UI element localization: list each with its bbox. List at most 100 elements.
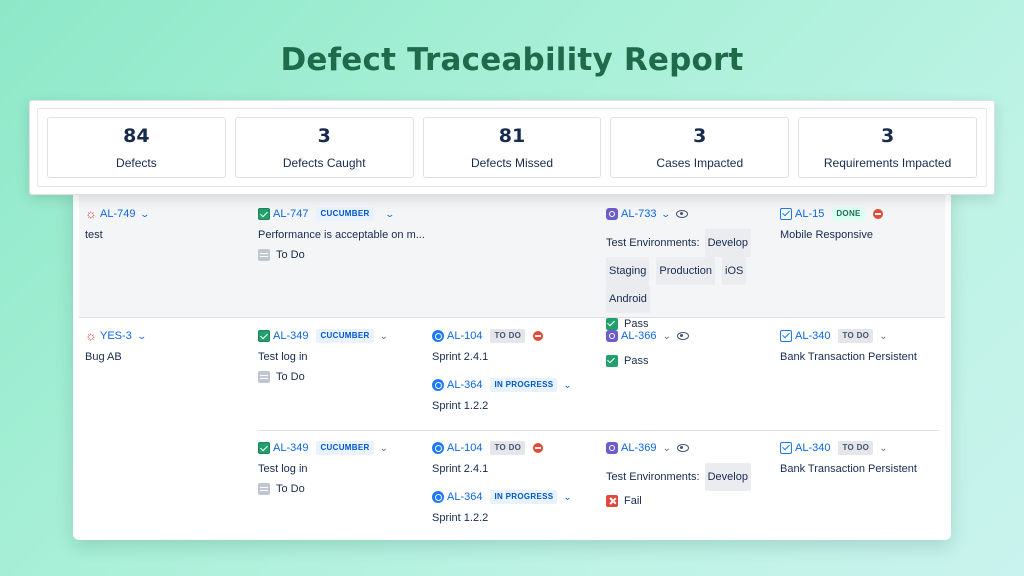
test-case-cell: AL-349 CUCUMBER ⌄ Test log in To Do xyxy=(258,440,388,495)
stat-value: 3 xyxy=(693,125,707,147)
chevron-down-icon[interactable]: ⌄ xyxy=(384,209,395,220)
requirement-summary: Bank Transaction Persistent xyxy=(780,463,917,475)
blocked-icon xyxy=(533,443,544,453)
fail-icon xyxy=(606,495,618,507)
stat-value: 3 xyxy=(317,125,331,147)
test-plan-icon xyxy=(432,330,444,342)
test-plan-key-link[interactable]: AL-104 xyxy=(447,442,482,454)
test-execution-icon xyxy=(606,208,618,220)
stat-label: Cases Impacted xyxy=(656,156,744,170)
requirement-summary: Bank Transaction Persistent xyxy=(780,351,917,363)
test-plan-key-link[interactable]: AL-104 xyxy=(447,330,482,342)
defect-summary: Bug AB xyxy=(85,351,122,363)
environment-tag: Android xyxy=(606,285,650,313)
story-icon xyxy=(780,442,792,454)
stat-value: 3 xyxy=(880,125,895,147)
eye-icon[interactable] xyxy=(676,332,689,340)
test-execution-icon xyxy=(606,442,618,454)
chevron-down-icon[interactable]: ⌄ xyxy=(662,443,670,454)
requirement-cell: AL-15 DONE Mobile Responsive xyxy=(780,206,883,241)
eye-icon[interactable] xyxy=(676,444,689,452)
defect-cell: ☼ AL-749 ⌄ test xyxy=(85,206,151,241)
environment-tag: iOS xyxy=(722,257,747,285)
eye-icon[interactable] xyxy=(676,210,689,218)
chevron-down-icon[interactable]: ⌄ xyxy=(380,443,388,454)
requirement-key-link[interactable]: AL-15 xyxy=(795,208,824,220)
test-case-cell: AL-747 CUCUMBER ⌄ Performance is accepta… xyxy=(258,206,425,261)
test-case-key-link[interactable]: AL-349 xyxy=(273,330,308,342)
execution-key-link[interactable]: AL-733 xyxy=(621,208,656,220)
test-plan-summary: Sprint 2.4.1 xyxy=(432,463,489,475)
cucumber-badge: CUCUMBER xyxy=(316,207,374,221)
defect-key-link[interactable]: AL-749 xyxy=(100,208,135,220)
environment-tag: Production xyxy=(656,257,715,285)
environment-tag: Staging xyxy=(606,257,650,285)
execution-cell: AL-369 ⌄ Test Environments: Develop Fail xyxy=(606,440,755,507)
test-case-status: To Do xyxy=(276,483,305,495)
test-plan-summary: Sprint 1.2.2 xyxy=(432,512,489,524)
status-badge: IN PROGRESS xyxy=(490,490,558,504)
environment-label: Test Environments: xyxy=(606,237,700,249)
chevron-down-icon[interactable]: ⌄ xyxy=(563,380,571,391)
test-plan-icon xyxy=(432,491,444,503)
test-case-key-link[interactable]: AL-349 xyxy=(273,442,308,454)
test-case-summary: Performance is acceptable on m... xyxy=(258,229,425,241)
test-plan-key-link[interactable]: AL-364 xyxy=(447,379,482,391)
test-case-icon xyxy=(258,442,270,454)
status-badge: TO DO xyxy=(838,441,874,455)
chevron-down-icon[interactable]: ⌄ xyxy=(140,209,151,220)
stat-label: Defects Caught xyxy=(282,156,366,170)
chevron-down-icon[interactable]: ⌄ xyxy=(879,331,887,342)
status-badge: TO DO xyxy=(838,329,874,343)
chevron-down-icon[interactable]: ⌄ xyxy=(661,209,672,220)
stat-card-defects-missed[interactable]: 81 Defects Missed xyxy=(422,117,602,178)
stat-value: 81 xyxy=(498,125,526,147)
test-case-summary: Test log in xyxy=(258,351,308,363)
environment-tag: Develop xyxy=(704,463,751,491)
chevron-down-icon[interactable]: ⌄ xyxy=(380,331,388,342)
test-plan-icon xyxy=(432,379,444,391)
chevron-down-icon[interactable]: ⌄ xyxy=(879,443,887,454)
environment-tag: Develop xyxy=(704,229,751,257)
test-plan-summary: Sprint 1.2.2 xyxy=(432,400,489,412)
test-execution-icon xyxy=(606,330,618,342)
test-case-cell: AL-349 CUCUMBER ⌄ Test log in To Do xyxy=(258,328,388,383)
test-plan-summary: Sprint 2.4.1 xyxy=(432,351,489,363)
summary-panel: 84 Defects 3 Defects Caught 81 Defects M… xyxy=(29,100,995,195)
blocked-icon xyxy=(533,331,544,341)
status-badge: DONE xyxy=(832,207,865,221)
defect-key-link[interactable]: YES-3 xyxy=(100,330,132,342)
chevron-down-icon[interactable]: ⌄ xyxy=(136,331,147,342)
stat-card-defects[interactable]: 84 Defects xyxy=(47,117,226,178)
chevron-down-icon[interactable]: ⌄ xyxy=(563,492,571,503)
stat-value: 84 xyxy=(123,125,150,147)
status-badge: IN PROGRESS xyxy=(490,378,558,392)
test-plan-key-link[interactable]: AL-364 xyxy=(447,491,482,503)
execution-key-link[interactable]: AL-366 xyxy=(621,330,656,342)
test-case-key-link[interactable]: AL-747 xyxy=(273,208,308,220)
requirement-cell: AL-340 TO DO ⌄ Bank Transaction Persiste… xyxy=(780,328,917,363)
chevron-down-icon[interactable]: ⌄ xyxy=(662,331,670,342)
row-divider xyxy=(257,430,939,431)
requirement-key-link[interactable]: AL-340 xyxy=(795,442,830,454)
stat-card-requirements-impacted[interactable]: 3 Requirements Impacted xyxy=(798,117,977,178)
stat-card-cases-impacted[interactable]: 3 Cases Impacted xyxy=(610,117,790,178)
environment-label: Test Environments: xyxy=(606,471,700,483)
test-case-icon xyxy=(258,330,270,342)
status-badge: TO DO xyxy=(490,329,526,343)
execution-key-link[interactable]: AL-369 xyxy=(621,442,656,454)
test-plan-cell: AL-104 TO DO Sprint 2.4.1 AL-364 IN PROG… xyxy=(432,440,572,524)
execution-cell: AL-733 ⌄ Test Environments: Develop Stag… xyxy=(606,206,756,330)
execution-cell: AL-366 ⌄ Pass xyxy=(606,328,689,367)
story-icon xyxy=(780,330,792,342)
blocked-icon xyxy=(872,209,883,219)
todo-status-icon xyxy=(258,371,270,383)
stat-label: Defects xyxy=(116,156,157,170)
stat-label: Defects Missed xyxy=(470,156,553,170)
requirement-summary: Mobile Responsive xyxy=(780,229,873,241)
environment-list: Test Environments: Develop xyxy=(606,463,755,491)
stat-card-defects-caught[interactable]: 3 Defects Caught xyxy=(234,117,414,178)
stat-label: Requirements Impacted xyxy=(823,156,952,170)
requirement-key-link[interactable]: AL-340 xyxy=(795,330,830,342)
cucumber-badge: CUCUMBER xyxy=(316,441,374,455)
